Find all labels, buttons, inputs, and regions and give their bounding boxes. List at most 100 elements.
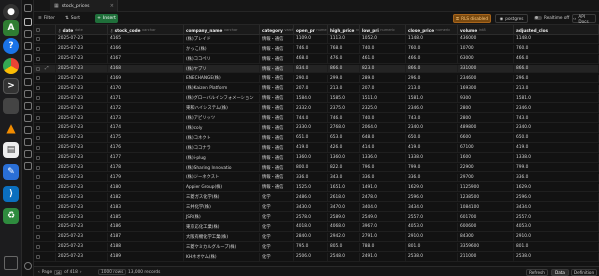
- cell-low-pri[interactable]: 414.0: [360, 143, 406, 152]
- database-icon[interactable]: [24, 42, 32, 50]
- cell-date[interactable]: 2025-07-23: [56, 242, 108, 251]
- cell-close-price[interactable]: 650.0: [406, 134, 458, 142]
- cell-low-pri[interactable]: 289.0: [360, 74, 406, 83]
- recycle-bin-icon[interactable]: ♻: [3, 208, 19, 224]
- cell-adjusted-clos[interactable]: 2596.0: [514, 193, 599, 202]
- cell-category[interactable]: 情報・通信: [260, 183, 294, 192]
- cell-high-price[interactable]: 2768.0: [328, 124, 360, 132]
- cell-open-pr[interactable]: 795.0: [294, 242, 328, 251]
- cell-category[interactable]: 情報・通信: [260, 64, 294, 73]
- cell-adjusted-clos[interactable]: 1338.0: [514, 153, 599, 162]
- cell-volume[interactable]: 63000: [458, 54, 514, 63]
- cell-high-price[interactable]: 476.0: [328, 54, 360, 63]
- cell-volume[interactable]: 331000: [458, 64, 514, 73]
- cell-volume[interactable]: 489800: [458, 124, 514, 132]
- cell-open-pr[interactable]: 207.0: [294, 84, 328, 93]
- rows-per-page[interactable]: 1000 rows: [98, 269, 127, 275]
- cell-volume[interactable]: 10700: [458, 44, 514, 53]
- cell-high-price[interactable]: 768.0: [328, 44, 360, 53]
- cell-volume[interactable]: 1084100: [458, 203, 514, 212]
- cell-volume[interactable]: 6600: [458, 134, 514, 142]
- column-header-open-pr[interactable]: open_pr nume: [294, 25, 328, 35]
- table-row[interactable]: 2025-07-23 4167 (株)ココペリ 情報・通信 468.0 476.0 461.…: [34, 54, 599, 64]
- cell-company-name[interactable]: (株)アピリッツ: [184, 114, 260, 122]
- cell-open-pr[interactable]: 651.0: [294, 134, 328, 142]
- cell-category[interactable]: 情報・通信: [260, 134, 294, 142]
- column-header-adjusted-clos[interactable]: adjusted_clos: [514, 25, 599, 35]
- cell-adjusted-clos[interactable]: 1148.0: [514, 35, 599, 43]
- cell-low-pri[interactable]: 1052.0: [360, 35, 406, 43]
- table-row[interactable]: 2025-07-23 4166 かっこ(株) 情報・通信 746.0 768.0 740.0…: [34, 44, 599, 54]
- row-select-cell[interactable]: [34, 252, 56, 261]
- cell-close-price[interactable]: 213.0: [406, 84, 458, 93]
- next-page-icon[interactable]: ›: [80, 270, 82, 275]
- page-input[interactable]: 16: [54, 269, 63, 275]
- cell-volume[interactable]: 29700: [458, 173, 514, 182]
- cell-volume[interactable]: 234600: [458, 74, 514, 83]
- cell-volume[interactable]: 2800: [458, 104, 514, 113]
- expand-row-icon[interactable]: ⤢: [45, 66, 48, 71]
- cell-adjusted-clos[interactable]: 3434.0: [514, 203, 599, 212]
- cell-open-pr[interactable]: 1109.0: [294, 35, 328, 43]
- row-select-cell[interactable]: [34, 233, 56, 241]
- cell-adjusted-clos[interactable]: 2340.0: [514, 124, 599, 132]
- cell-close-price[interactable]: 799.0: [406, 163, 458, 172]
- cell-volume[interactable]: 1600: [458, 153, 514, 162]
- cell-date[interactable]: 2025-07-23: [56, 252, 108, 261]
- table-row[interactable]: ⤢ 2025-07-23 4168 (株)ヤプリ 情報・通信 834.0 866.0 823.…: [34, 64, 599, 74]
- row-select-cell[interactable]: [34, 94, 56, 103]
- cell-high-price[interactable]: 2548.0: [328, 252, 360, 261]
- cell-volume[interactable]: 169300: [458, 84, 514, 93]
- cell-adjusted-clos[interactable]: 866.0: [514, 64, 599, 73]
- cell-open-pr[interactable]: 2506.0: [294, 252, 328, 261]
- sort-button[interactable]: ⇅ Sort: [65, 15, 80, 22]
- cell-low-pri[interactable]: 207.0: [360, 84, 406, 93]
- cell-close-price[interactable]: 2340.0: [406, 124, 458, 132]
- cell-stock-code[interactable]: 4176: [108, 143, 184, 152]
- table-row[interactable]: 2025-07-23 4171 (株)グローバルインフォメーション 情報・通信 1584…: [34, 94, 599, 104]
- cell-close-price[interactable]: 2538.0: [406, 252, 458, 261]
- row-select-cell[interactable]: [34, 193, 56, 202]
- cell-close-price[interactable]: 2346.0: [406, 104, 458, 113]
- cell-category[interactable]: 化学: [260, 213, 294, 221]
- cell-low-pri[interactable]: 1336.0: [360, 153, 406, 162]
- role-selector[interactable]: ◉ postgres: [495, 14, 528, 23]
- table-row[interactable]: 2025-07-23 4183 三井化学(株) 化学 3430.0 3470.0 3404.…: [34, 203, 599, 213]
- cell-low-pri[interactable]: 2491.0: [360, 252, 406, 261]
- cell-adjusted-clos[interactable]: 2538.0: [514, 252, 599, 261]
- cell-low-pri[interactable]: 1491.0: [360, 183, 406, 192]
- cell-open-pr[interactable]: 746.0: [294, 44, 328, 53]
- cell-high-price[interactable]: 805.0: [328, 242, 360, 251]
- cell-date[interactable]: 2025-07-23: [56, 193, 108, 202]
- cell-category[interactable]: 情報・通信: [260, 143, 294, 152]
- cell-low-pri[interactable]: 2791.0: [360, 233, 406, 241]
- cell-stock-code[interactable]: 4182: [108, 193, 184, 202]
- row-select-cell[interactable]: [34, 183, 56, 192]
- cell-category[interactable]: 情報・通信: [260, 74, 294, 83]
- cell-date[interactable]: 2025-07-23: [56, 54, 108, 63]
- cell-category[interactable]: 情報・通信: [260, 44, 294, 53]
- column-header-high-price[interactable]: high_pricenumeric: [328, 25, 360, 35]
- cell-volume[interactable]: 600600: [458, 223, 514, 231]
- select-all-checkbox[interactable]: [34, 25, 56, 35]
- cell-category[interactable]: 情報・通信: [260, 173, 294, 182]
- cell-date[interactable]: 2025-07-23: [56, 213, 108, 221]
- row-select-cell[interactable]: [34, 223, 56, 231]
- cell-category[interactable]: 情報・通信: [260, 124, 294, 132]
- table-row[interactable]: 2025-07-23 4185 JSR(株) 化学 2578.0 2589.0 2549.0…: [34, 213, 599, 222]
- row-select-cell[interactable]: [34, 213, 56, 221]
- cell-close-price[interactable]: 760.0: [406, 44, 458, 53]
- cell-open-pr[interactable]: 800.0: [294, 163, 328, 172]
- cell-volume[interactable]: 3359600: [458, 242, 514, 251]
- cell-company-name[interactable]: (株)ジーネクスト: [184, 173, 260, 182]
- cell-company-name[interactable]: (株)ココナラ: [184, 143, 260, 152]
- cell-stock-code[interactable]: 4177: [108, 153, 184, 162]
- app-store-icon[interactable]: A: [3, 20, 19, 36]
- cell-stock-code[interactable]: 4169: [108, 74, 184, 83]
- cell-open-pr[interactable]: 2578.0: [294, 213, 328, 221]
- cell-category[interactable]: 化学: [260, 223, 294, 231]
- cell-company-name[interactable]: 三菱ケミカルグループ(株): [184, 242, 260, 251]
- cell-date[interactable]: 2025-07-23: [56, 233, 108, 241]
- cell-high-price[interactable]: 2375.0: [328, 104, 360, 113]
- table-row[interactable]: 2025-07-23 4178 (株)Sharing Innovatio 情報・通信 8…: [34, 163, 599, 173]
